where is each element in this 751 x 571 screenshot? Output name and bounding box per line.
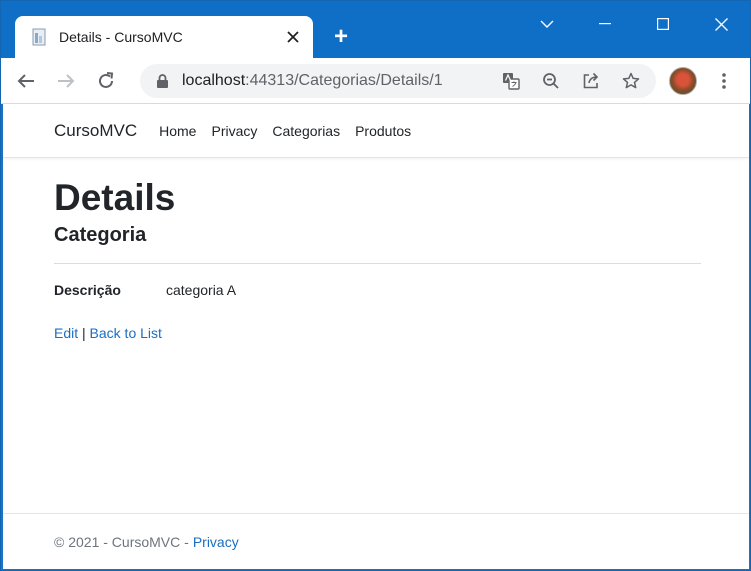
window-controls: [518, 7, 750, 41]
close-tab-icon[interactable]: [281, 25, 305, 49]
link-separator: |: [82, 325, 86, 341]
active-tab[interactable]: Details - CursoMVC: [15, 16, 313, 58]
lock-icon[interactable]: [154, 73, 170, 89]
url-host: localhost: [182, 72, 246, 89]
tab-search-chevron-icon[interactable]: [518, 7, 576, 41]
share-icon[interactable]: [576, 66, 606, 96]
action-links: Edit | Back to List: [54, 325, 701, 341]
back-to-list-link[interactable]: Back to List: [90, 325, 162, 341]
nav-link-home[interactable]: Home: [159, 123, 196, 139]
site-navbar: CursoMVC Home Privacy Categorias Produto…: [3, 104, 749, 158]
browser-window: Details - CursoMVC + localhost:44313/Cat…: [0, 0, 751, 571]
nav-link-privacy[interactable]: Privacy: [211, 123, 257, 139]
divider: [54, 263, 701, 264]
kebab-menu-icon[interactable]: [710, 67, 738, 95]
page-subtitle: Categoria: [54, 224, 147, 246]
url-path: :44313/Categorias/Details/1: [245, 72, 443, 89]
zoom-out-icon[interactable]: [536, 66, 566, 96]
browser-toolbar: localhost:44313/Categorias/Details/1: [1, 58, 750, 104]
field-label: Descrição: [54, 282, 121, 298]
close-window-button[interactable]: [692, 7, 750, 41]
tab-strip: Details - CursoMVC +: [1, 1, 750, 58]
page-title: Details: [54, 177, 176, 218]
translate-icon[interactable]: [496, 66, 526, 96]
web-page: CursoMVC Home Privacy Categorias Produto…: [3, 104, 749, 569]
detail-row: Descrição categoria A: [54, 282, 701, 298]
nav-link-categorias[interactable]: Categorias: [272, 123, 340, 139]
back-arrow-icon[interactable]: [11, 66, 41, 96]
bookmark-star-icon[interactable]: [616, 66, 646, 96]
reload-icon[interactable]: [91, 66, 121, 96]
footer-privacy-link[interactable]: Privacy: [193, 534, 239, 550]
main-content: Details Categoria Descrição categoria A …: [3, 176, 749, 341]
forward-arrow-icon[interactable]: [51, 66, 81, 96]
tab-title: Details - CursoMVC: [59, 29, 183, 45]
profile-avatar[interactable]: [669, 67, 697, 95]
edit-link[interactable]: Edit: [54, 325, 78, 341]
new-tab-button[interactable]: +: [327, 23, 355, 51]
footer-copyright: © 2021 - CursoMVC -: [54, 533, 189, 550]
url-text[interactable]: localhost:44313/Categorias/Details/1: [182, 72, 496, 90]
navbar-brand[interactable]: CursoMVC: [54, 121, 137, 141]
maximize-button[interactable]: [634, 7, 692, 41]
field-value: categoria A: [166, 282, 237, 298]
minimize-button[interactable]: [576, 7, 634, 41]
address-bar[interactable]: localhost:44313/Categorias/Details/1: [140, 64, 656, 98]
page-favicon-icon: [31, 28, 49, 46]
site-footer: © 2021 - CursoMVC - Privacy: [3, 513, 749, 569]
nav-link-produtos[interactable]: Produtos: [355, 123, 411, 139]
